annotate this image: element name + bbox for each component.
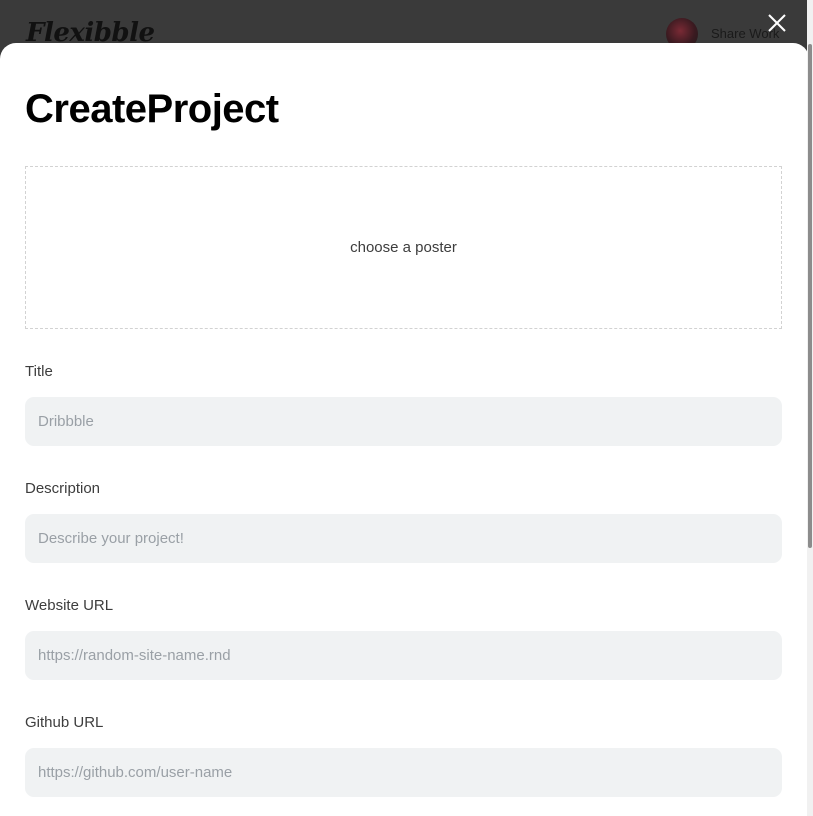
- poster-upload-area[interactable]: choose a poster: [25, 166, 782, 329]
- close-button[interactable]: [766, 12, 788, 34]
- github-url-input[interactable]: [25, 748, 782, 797]
- title-label: Title: [25, 363, 53, 380]
- title-input[interactable]: [25, 397, 782, 446]
- page-title: CreateProject: [25, 87, 279, 131]
- website-url-input[interactable]: [25, 631, 782, 680]
- website-url-label: Website URL: [25, 597, 114, 614]
- create-project-modal: CreateProject choose a poster Title Desc…: [0, 43, 809, 816]
- scrollbar-thumb[interactable]: [808, 44, 812, 548]
- poster-upload-label: choose a poster: [350, 239, 457, 256]
- github-url-label: Github URL: [25, 714, 104, 731]
- description-input[interactable]: [25, 514, 782, 563]
- viewport: Flexibble Share Work CreateProject choos…: [0, 0, 813, 816]
- close-icon: [768, 14, 786, 32]
- description-label: Description: [25, 480, 101, 497]
